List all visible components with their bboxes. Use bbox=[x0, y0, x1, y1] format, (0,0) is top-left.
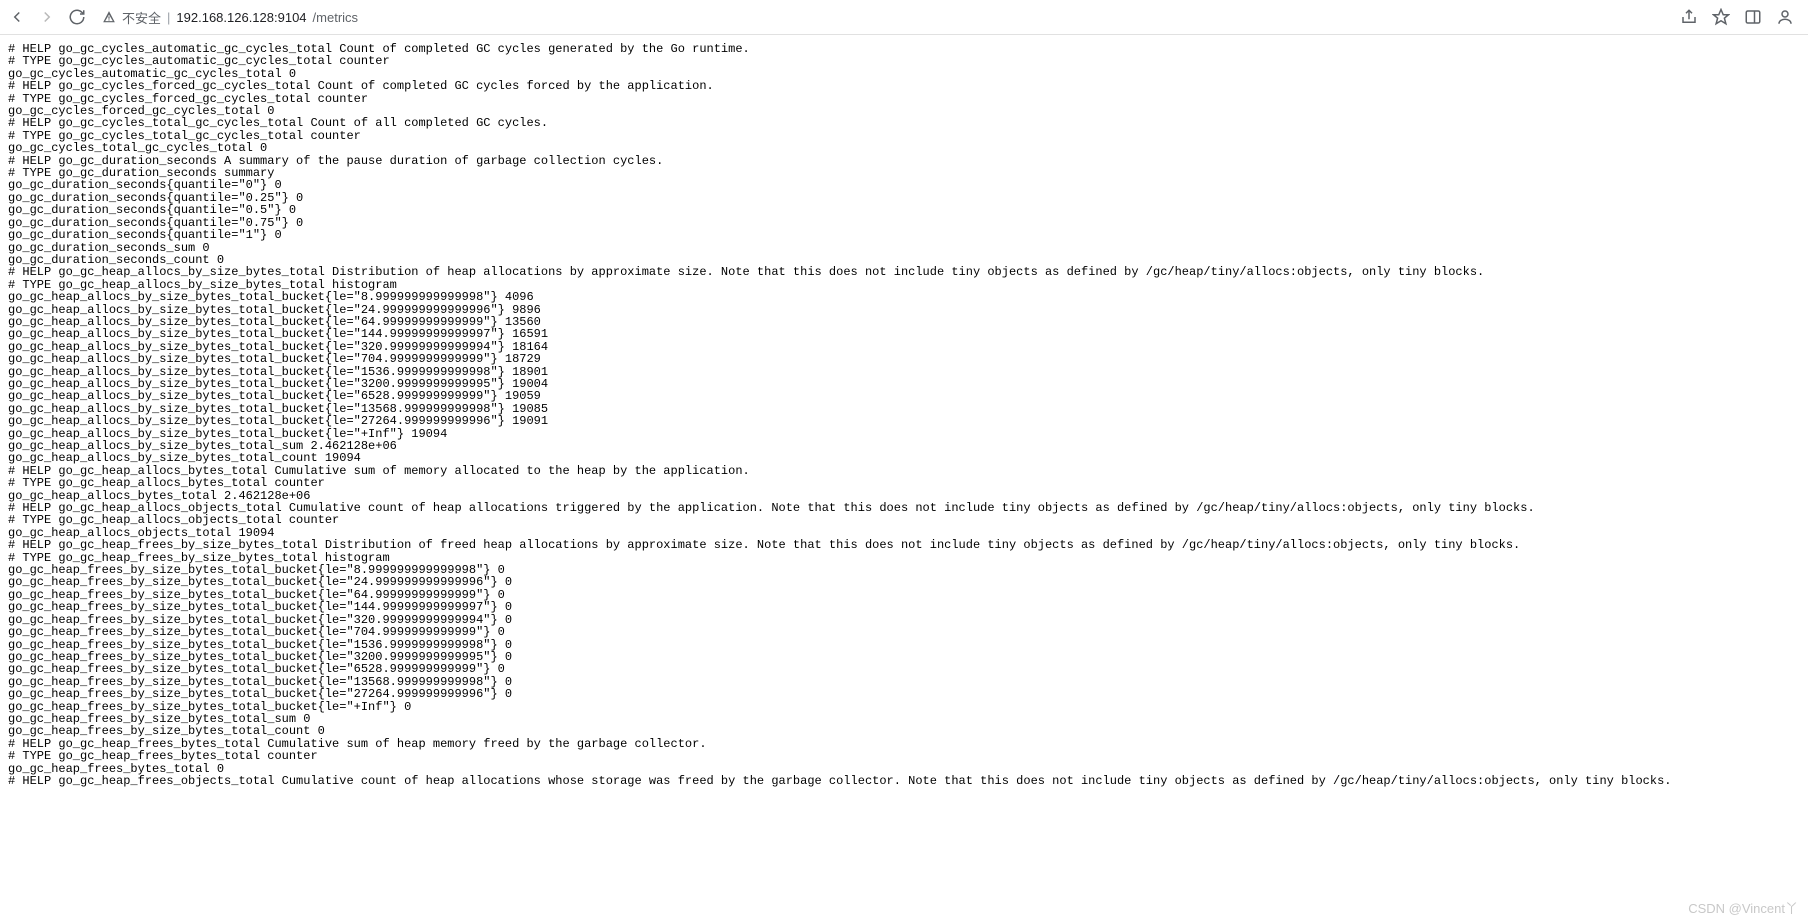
metrics-output: # HELP go_gc_cycles_automatic_gc_cycles_… bbox=[0, 35, 1808, 807]
watermark: CSDN @Vincent丫 bbox=[1688, 898, 1798, 917]
url-path: /metrics bbox=[313, 10, 359, 25]
share-icon[interactable] bbox=[1680, 8, 1698, 26]
profile-avatar-icon[interactable] bbox=[1776, 8, 1794, 26]
address-bar[interactable]: 不安全 | 192.168.126.128:9104/metrics bbox=[102, 4, 1668, 30]
insecure-warning-icon bbox=[102, 10, 116, 24]
toolbar-right-icons bbox=[1680, 8, 1794, 26]
browser-toolbar: 不安全 | 192.168.126.128:9104/metrics bbox=[0, 0, 1808, 35]
sidepanel-icon[interactable] bbox=[1744, 8, 1762, 26]
bookmark-star-icon[interactable] bbox=[1712, 8, 1730, 26]
insecure-label: 不安全 bbox=[122, 8, 161, 27]
url-separator: | bbox=[167, 10, 170, 25]
back-button[interactable] bbox=[8, 8, 26, 26]
url-host: 192.168.126.128:9104 bbox=[176, 10, 306, 25]
reload-button[interactable] bbox=[68, 8, 86, 26]
forward-button[interactable] bbox=[38, 8, 56, 26]
